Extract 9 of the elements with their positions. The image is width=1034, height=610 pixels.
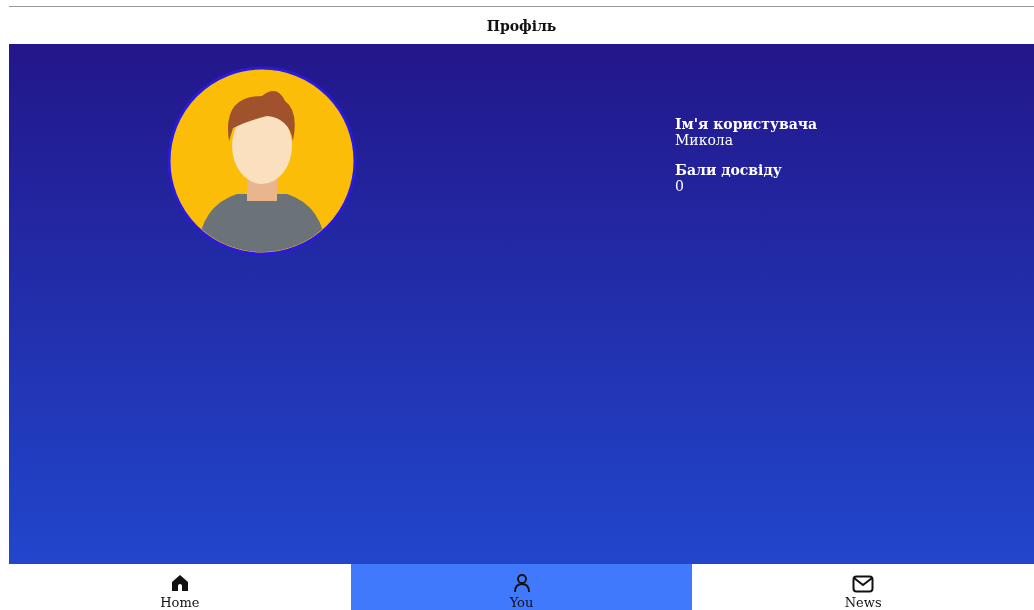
field-label: Бали досвіду [675,162,783,178]
field-value: Микола [675,132,735,148]
nav-tab[interactable]: You [350,564,693,610]
person-icon [512,573,531,593]
mail-icon [852,575,875,593]
field-label: Ім'я користувача [675,116,818,132]
home-icon [169,573,190,593]
page-title: Профіль [486,17,557,34]
field-value: 0 [675,178,685,194]
